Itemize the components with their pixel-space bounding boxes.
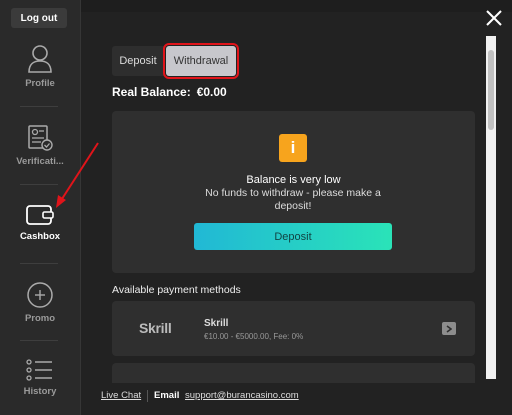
divider: [20, 106, 58, 107]
background-strip: [81, 0, 512, 12]
footer: Live Chat Email support@burancasino.com: [81, 385, 491, 415]
notice-message: No funds to withdraw - please make a dep…: [205, 187, 381, 212]
sidebar-item-label: Promo: [24, 313, 56, 324]
payment-method-skrill[interactable]: Skrill Skrill €10.00 - €5000.00, Fee: 0%: [112, 301, 475, 356]
payment-method-partial[interactable]: [112, 363, 475, 383]
scrollbar-thumb[interactable]: [488, 50, 494, 130]
payment-methods-title: Available payment methods: [112, 284, 241, 296]
list-icon: [26, 358, 54, 382]
tab-withdrawal[interactable]: Withdrawal: [163, 43, 239, 79]
payment-method-name: Skrill: [204, 318, 229, 329]
notice-title: Balance is very low: [246, 174, 341, 186]
skrill-logo: Skrill: [139, 320, 172, 336]
sidebar-item-label: History: [23, 386, 57, 397]
payment-method-details: €10.00 - €5000.00, Fee: 0%: [204, 332, 304, 341]
deposit-button[interactable]: Deposit: [194, 223, 392, 250]
tab-deposit[interactable]: Deposit: [112, 46, 164, 76]
scrollbar[interactable]: [486, 36, 496, 379]
divider: [20, 340, 58, 341]
annotation-arrow-icon: [56, 142, 99, 208]
live-chat-link[interactable]: Live Chat: [101, 390, 141, 401]
balance-label: Real Balance:: [112, 85, 191, 99]
plus-circle-icon: [26, 281, 54, 309]
chevron-right-icon[interactable]: [442, 322, 456, 335]
logout-button[interactable]: Log out: [11, 8, 67, 28]
sidebar-item-promo[interactable]: Promo: [0, 281, 80, 324]
sidebar-item-label: Cashbox: [19, 231, 61, 242]
real-balance: Real Balance: €0.00: [112, 85, 227, 99]
sidebar-item-label: Profile: [25, 78, 55, 89]
email-label: Email: [154, 390, 180, 401]
divider: [20, 263, 58, 264]
low-balance-card: i Balance is very low No funds to withdr…: [112, 111, 475, 273]
info-icon: i: [279, 134, 307, 162]
sidebar-item-profile[interactable]: Profile: [0, 44, 80, 89]
email-link[interactable]: support@burancasino.com: [185, 390, 299, 401]
balance-value: €0.00: [196, 85, 227, 99]
cashbox-tabs: Deposit Withdrawal: [112, 43, 239, 79]
close-icon: [486, 10, 502, 26]
close-button[interactable]: [484, 8, 504, 28]
user-icon: [27, 44, 53, 74]
divider: [147, 390, 148, 402]
sidebar-item-history[interactable]: History: [0, 358, 80, 397]
